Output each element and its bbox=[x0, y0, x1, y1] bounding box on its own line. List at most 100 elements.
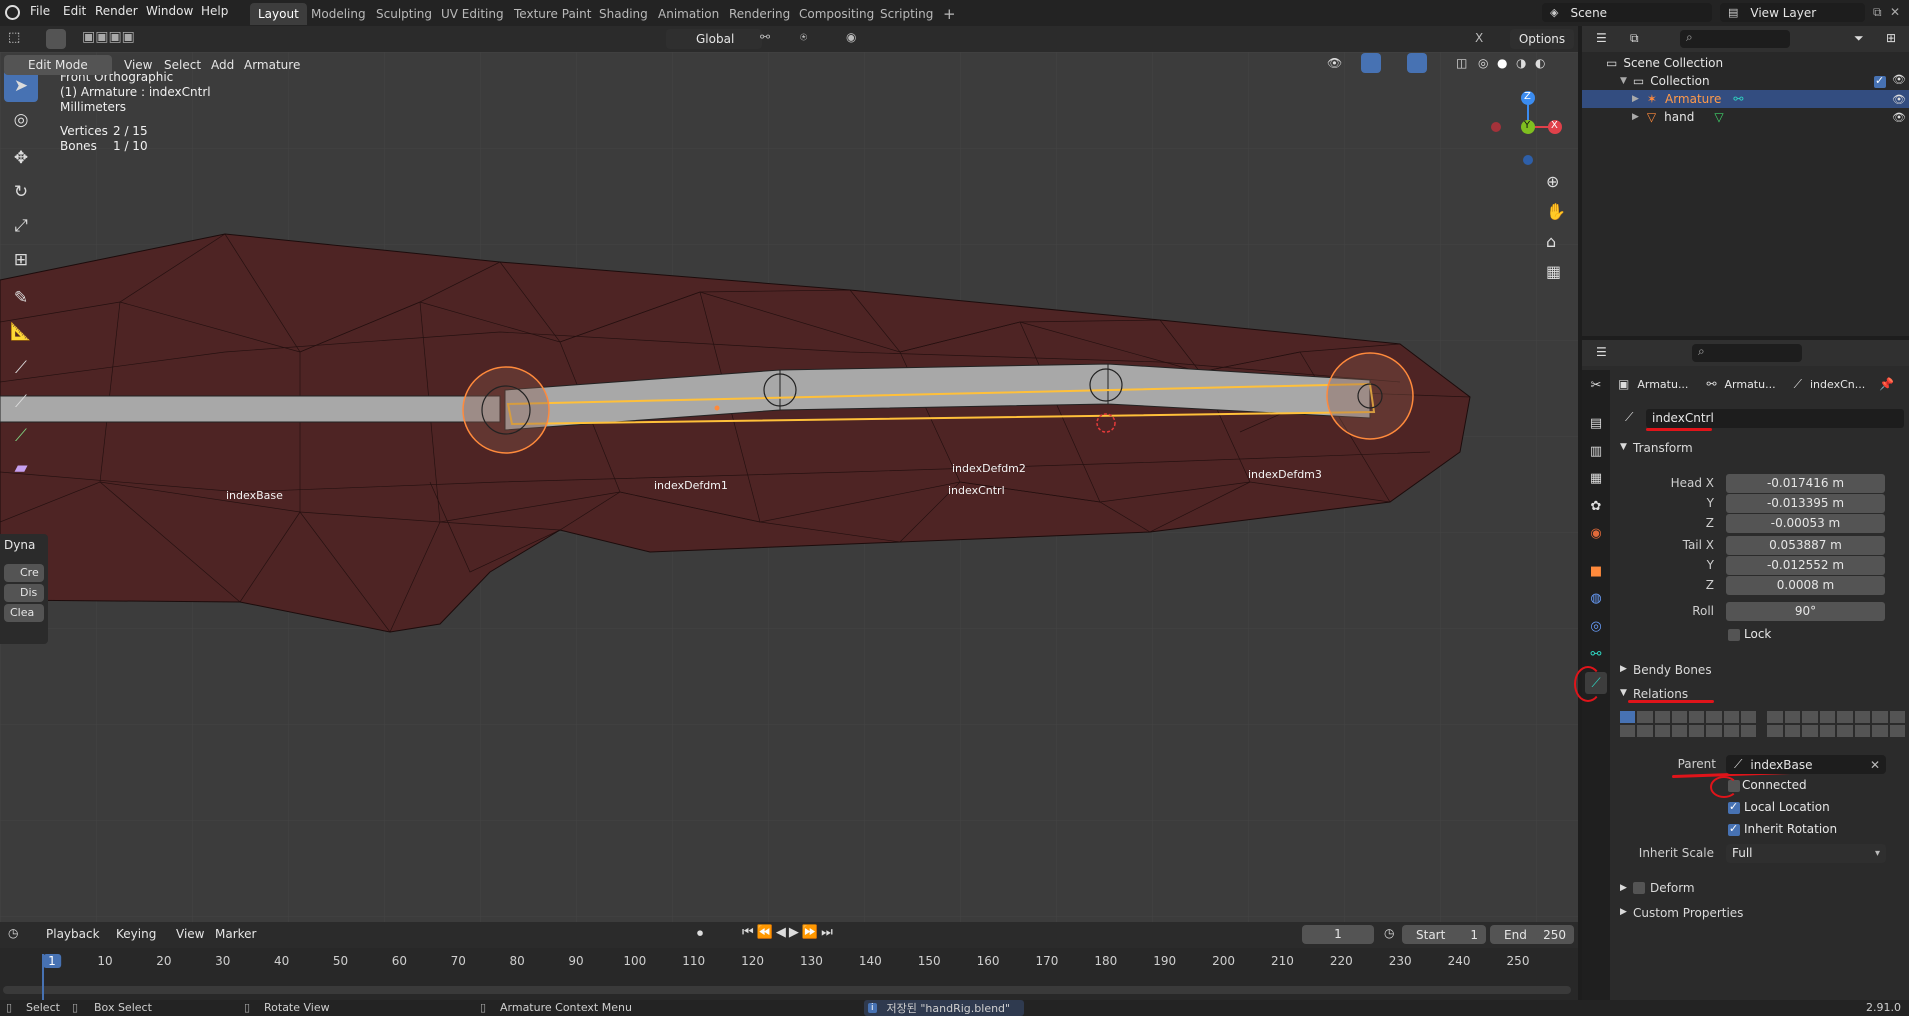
bone-envelope-tool-icon[interactable]: ⟋ bbox=[4, 386, 38, 418]
menu-timeline-view[interactable]: View bbox=[176, 927, 204, 941]
armature-data-tab-icon[interactable]: ⚯ bbox=[1585, 643, 1607, 665]
measure-tool-icon[interactable]: 📐 bbox=[4, 316, 38, 348]
status-report[interactable]: i 저장된 "handRig.blend" bbox=[864, 1000, 1024, 1016]
tab-texture-paint[interactable]: Texture Paint bbox=[506, 3, 599, 25]
menu-armature[interactable]: Armature bbox=[244, 55, 300, 75]
object-tab-icon[interactable]: ■ bbox=[1585, 560, 1607, 582]
pan-hand-icon[interactable]: ✋ bbox=[1546, 202, 1566, 221]
pivot-icon[interactable]: ⚯ bbox=[760, 30, 770, 44]
menu-playback[interactable]: Playback bbox=[46, 927, 100, 941]
outliner-hand-row[interactable]: ▶ ▽ hand ▽ 👁 bbox=[1582, 108, 1909, 126]
hand-visibility-icon[interactable]: 👁 bbox=[1892, 111, 1906, 124]
tab-uv-editing[interactable]: UV Editing bbox=[433, 3, 512, 25]
roll-field[interactable]: 90° bbox=[1726, 602, 1885, 621]
transform-expand-icon[interactable]: ▼ bbox=[1620, 442, 1627, 452]
menu-view[interactable]: View bbox=[124, 55, 152, 75]
bendy-bones-panel-title[interactable]: Bendy Bones bbox=[1633, 663, 1712, 677]
breadcrumb-armature[interactable]: Armatu... bbox=[1725, 378, 1776, 391]
wireframe-shading-icon[interactable]: ◎ bbox=[1478, 56, 1488, 70]
scale-tool-icon[interactable]: ⤢ bbox=[4, 210, 38, 242]
relations-expand-icon[interactable]: ▼ bbox=[1620, 688, 1627, 698]
view-layer-selector[interactable]: ▤ View Layer bbox=[1720, 3, 1865, 22]
material-shading-icon[interactable]: ◑ bbox=[1516, 56, 1526, 70]
breadcrumb-object[interactable]: Armatu... bbox=[1637, 378, 1688, 391]
tool-settings-tab-icon[interactable]: ✂ bbox=[1585, 374, 1607, 396]
new-collection-icon[interactable]: ⊞ bbox=[1886, 31, 1896, 45]
clear-parent-icon[interactable]: ✕ bbox=[1870, 758, 1880, 772]
render-tab-icon[interactable]: ▤ bbox=[1585, 412, 1607, 434]
deform-expand-icon[interactable]: ▶ bbox=[1620, 883, 1627, 893]
view-layer-tab-icon[interactable]: ▦ bbox=[1585, 467, 1607, 489]
editor-type-icon[interactable]: ⬚ bbox=[8, 30, 20, 45]
rendered-shading-icon[interactable]: ◐ bbox=[1535, 56, 1545, 70]
scene-selector[interactable]: ◈ Scene bbox=[1542, 3, 1712, 22]
select-mode-icons[interactable]: ▣▣▣▣ bbox=[82, 29, 135, 45]
outliner-collection[interactable]: ▼ ▭ Collection bbox=[1620, 72, 1710, 90]
tail-y-field[interactable]: -0.012552 m bbox=[1726, 556, 1885, 575]
rotate-tool-icon[interactable]: ↻ bbox=[4, 176, 38, 208]
menu-marker[interactable]: Marker bbox=[215, 927, 256, 941]
ortho-grid-icon[interactable]: ▦ bbox=[1546, 262, 1561, 281]
snap-icon[interactable]: ⍟ bbox=[800, 30, 807, 45]
overlay-toggle-icon[interactable] bbox=[1407, 53, 1427, 73]
armature-visibility-icon[interactable]: 👁 bbox=[1892, 93, 1906, 106]
deform-panel-title[interactable]: Deform bbox=[1650, 881, 1695, 895]
start-frame-field[interactable]: Start 1 bbox=[1402, 925, 1486, 944]
tab-rendering[interactable]: Rendering bbox=[721, 3, 798, 25]
dyna-display-button[interactable]: Dis bbox=[4, 584, 44, 602]
transform-orientation-dropdown[interactable]: Global bbox=[666, 29, 762, 49]
preview-range-icon[interactable]: ◷ bbox=[1384, 926, 1394, 940]
outliner-editor-icon[interactable]: ☰ bbox=[1596, 31, 1607, 45]
annotate-tool-icon[interactable]: ✎ bbox=[4, 282, 38, 314]
outliner-armature-row[interactable]: ▶ ✶ Armature ⚯ 👁 bbox=[1582, 90, 1909, 108]
breadcrumb-bone[interactable]: indexCn... bbox=[1810, 378, 1865, 391]
tail-z-field[interactable]: 0.0008 m bbox=[1726, 576, 1885, 595]
pin-icon[interactable]: 📌 bbox=[1879, 377, 1894, 391]
head-z-field[interactable]: -0.00053 m bbox=[1726, 514, 1885, 533]
remove-view-layer-icon[interactable]: ✕ bbox=[1890, 5, 1900, 19]
custom-properties-expand-icon[interactable]: ▶ bbox=[1620, 907, 1627, 917]
transform-panel-title[interactable]: Transform bbox=[1633, 441, 1693, 455]
expand-arrow-icon[interactable]: ▶ bbox=[1632, 112, 1639, 122]
bone-name-field[interactable]: indexCntrl bbox=[1646, 409, 1904, 428]
tool-select-icon[interactable] bbox=[46, 29, 66, 49]
tab-modeling[interactable]: Modeling bbox=[303, 3, 374, 25]
record-icon[interactable]: ⏺ bbox=[697, 926, 703, 941]
add-workspace-button[interactable]: + bbox=[935, 3, 964, 25]
visibility-icon[interactable]: 👁 bbox=[1327, 56, 1342, 70]
outliner-search-input[interactable]: ⌕ bbox=[1680, 30, 1790, 48]
tab-shading[interactable]: Shading bbox=[591, 3, 656, 25]
scene-tab-icon[interactable]: ✿ bbox=[1585, 495, 1607, 517]
xray-icon[interactable]: ◫ bbox=[1456, 56, 1467, 70]
cursor-tool-icon[interactable]: ◎ bbox=[4, 104, 38, 136]
menu-select[interactable]: Select bbox=[164, 55, 201, 75]
custom-properties-panel-title[interactable]: Custom Properties bbox=[1633, 906, 1743, 920]
tab-sculpting[interactable]: Sculpting bbox=[368, 3, 440, 25]
current-frame-field[interactable]: 1 bbox=[1302, 925, 1374, 944]
display-mode-icon[interactable]: ⧉ bbox=[1630, 31, 1639, 46]
menu-keying[interactable]: Keying bbox=[116, 927, 156, 941]
transform-tool-icon[interactable]: ⊞ bbox=[4, 244, 38, 276]
roll-tool-icon[interactable]: ▰ bbox=[4, 452, 38, 484]
3d-viewport[interactable]: Front Orthographic (1) Armature : indexC… bbox=[0, 52, 1578, 922]
mode-selector[interactable]: Edit Mode bbox=[4, 55, 112, 75]
parent-field[interactable]: ⟋ indexBase ✕ bbox=[1726, 755, 1886, 774]
physics-tab-icon[interactable]: ◎ bbox=[1585, 615, 1607, 637]
world-tab-icon[interactable]: ◉ bbox=[1585, 522, 1607, 544]
lock-checkbox[interactable] bbox=[1728, 629, 1740, 641]
camera-view-icon[interactable]: ⌂ bbox=[1546, 232, 1556, 251]
dyna-clear-button[interactable]: Clea bbox=[4, 604, 44, 622]
tab-layout[interactable]: Layout bbox=[250, 3, 307, 25]
dyna-create-button[interactable]: Cre bbox=[4, 564, 44, 582]
bone-size-tool-icon[interactable]: ⟋ bbox=[4, 352, 38, 384]
deform-checkbox[interactable] bbox=[1633, 882, 1645, 894]
inherit-rotation-checkbox[interactable] bbox=[1728, 822, 1740, 836]
timeline-scrollbar[interactable] bbox=[3, 986, 1571, 994]
armature-data-icon[interactable]: ⚯ bbox=[1733, 92, 1743, 106]
tab-scripting[interactable]: Scripting bbox=[872, 3, 941, 25]
tab-compositing[interactable]: Compositing bbox=[791, 3, 882, 25]
properties-search-input[interactable]: ⌕ bbox=[1692, 344, 1802, 362]
new-view-layer-icon[interactable]: ⧉ bbox=[1873, 5, 1882, 20]
filter-icon[interactable]: ⏷ bbox=[1854, 31, 1864, 46]
properties-editor-icon[interactable]: ☰ bbox=[1596, 345, 1607, 359]
